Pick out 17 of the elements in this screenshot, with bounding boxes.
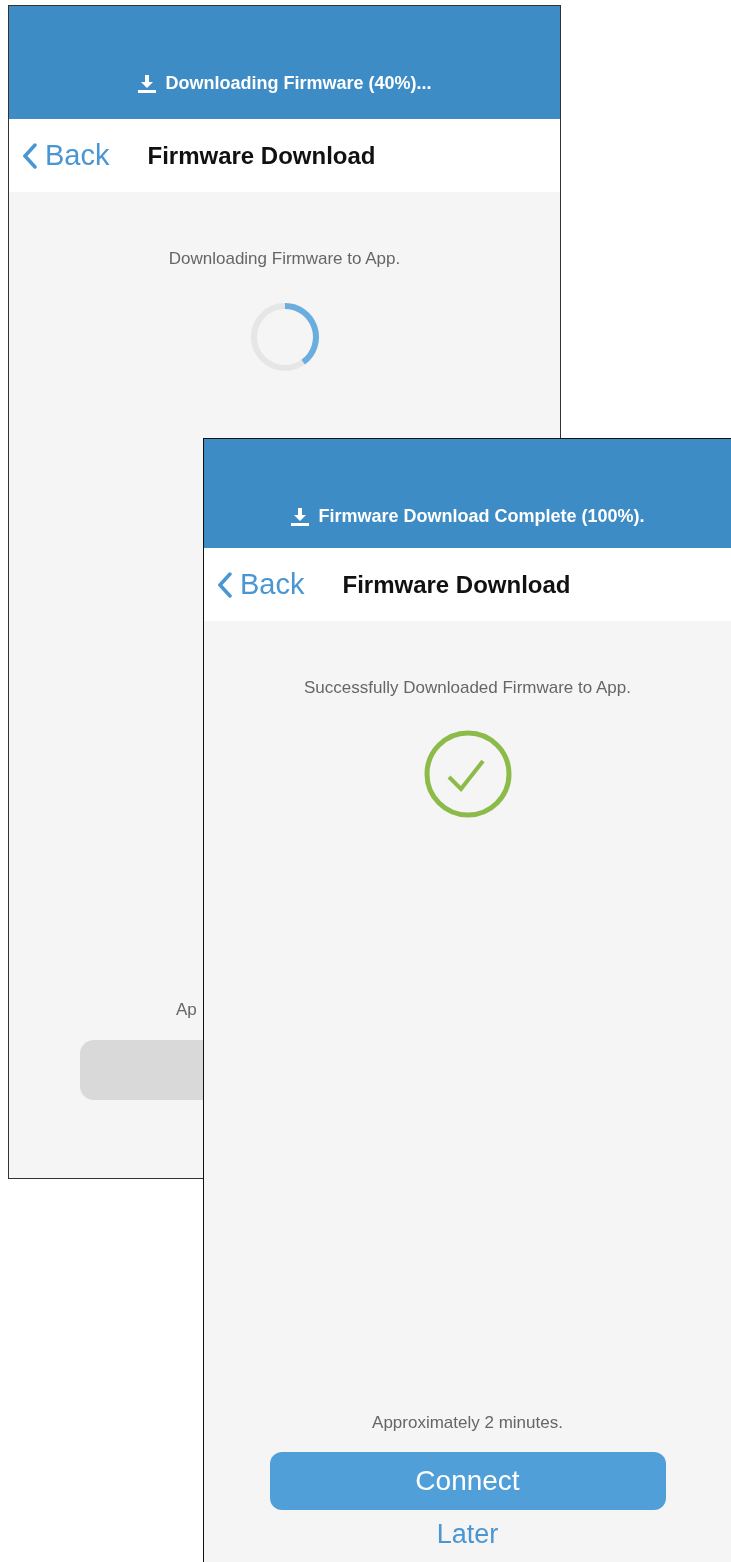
later-link[interactable]: Later xyxy=(436,1513,499,1554)
time-estimate: Ap xyxy=(175,998,198,1021)
time-estimate: Approximately 2 minutes. xyxy=(371,1412,564,1434)
banner-text: Firmware Download Complete (100%). xyxy=(318,505,645,528)
connect-button[interactable]: Connect xyxy=(269,1451,666,1510)
check-circle-icon xyxy=(422,728,513,819)
download-icon xyxy=(137,74,158,93)
back-link[interactable]: Back xyxy=(218,562,305,607)
download-icon xyxy=(290,507,311,526)
chevron-left-icon xyxy=(218,571,232,598)
status-message: Successfully Downloaded Firmware to App. xyxy=(303,677,632,699)
banner-text: Downloading Firmware (40%)... xyxy=(165,72,432,95)
page-title: Firmware Download xyxy=(342,569,571,600)
status-message: Downloading Firmware to App. xyxy=(167,248,402,270)
chevron-left-icon xyxy=(23,142,37,169)
back-link[interactable]: Back xyxy=(23,133,110,178)
page-title: Firmware Download xyxy=(147,140,376,171)
